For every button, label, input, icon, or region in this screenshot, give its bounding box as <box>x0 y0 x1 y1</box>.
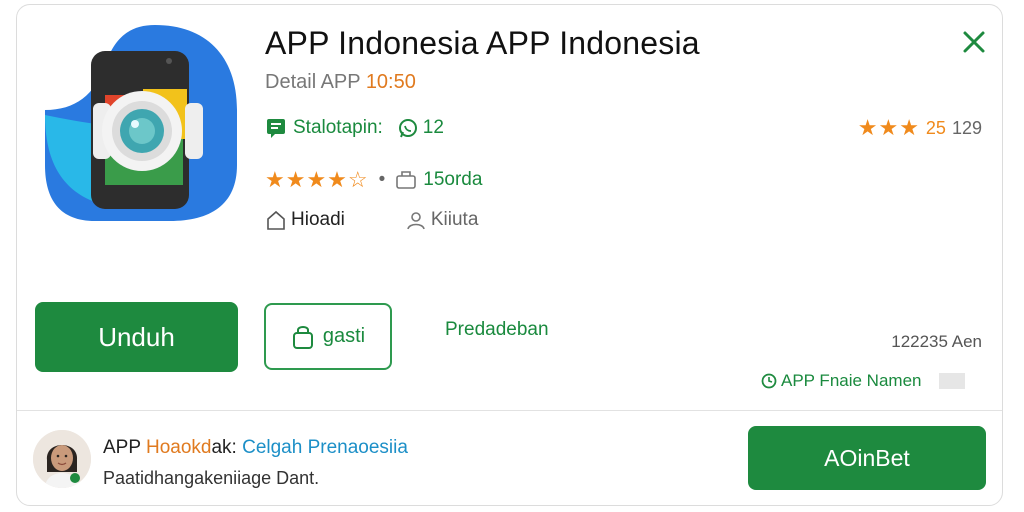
promo-title: APP Hoaokdak: Celgah Prenaoesiia <box>103 437 408 459</box>
rating-stars: ★★★★☆ <box>265 167 369 192</box>
right-rating: ★★★ 25 129 <box>858 115 982 141</box>
promo-title-prefix: APP <box>103 437 141 458</box>
clock-icon <box>761 373 777 389</box>
meta-row: Hioadi Kiiuta <box>265 209 478 231</box>
promo-subtitle: Paatidhangakeniiage Dant. <box>103 468 320 488</box>
preview-link[interactable]: Predadeban <box>445 319 549 341</box>
badge-count: 12 <box>422 117 444 138</box>
app-camera-icon[interactable] <box>35 15 249 225</box>
right-stars: ★★★ <box>857 115 920 140</box>
rating-row: ★★★★☆ • 15orda <box>265 167 482 193</box>
whatsapp-icon <box>398 119 417 138</box>
right-count: 129 <box>951 117 982 138</box>
right-score: 25 <box>925 117 946 138</box>
developer-label: Stalotapin: <box>293 117 383 138</box>
app-subtitle: Detail APP 10:50 <box>265 71 416 94</box>
promo-action-button[interactable]: AOinBet <box>748 426 986 490</box>
app-title: APP Indonesia APP Indonesia <box>265 25 700 61</box>
person-icon <box>407 212 425 230</box>
downloads-count: 15orda <box>423 169 483 190</box>
developer-row: Stalotapin: 12 <box>265 117 444 139</box>
avatar <box>33 430 91 488</box>
home-icon <box>267 210 285 230</box>
secondary-button[interactable]: gasti <box>264 303 392 370</box>
meta-right: Kiiuta <box>430 209 479 230</box>
promo-title-blue: Celgah Prenaoesiia <box>242 437 408 458</box>
box-icon <box>396 171 417 189</box>
divider <box>17 410 1002 411</box>
close-icon <box>963 31 985 53</box>
promo-title-highlight: Hoaokd <box>145 437 212 458</box>
bag-icon <box>292 325 313 349</box>
meta-left: Hioadi <box>291 209 345 230</box>
name-info-box <box>939 373 966 389</box>
subtitle-time: 10:50 <box>365 71 416 93</box>
rating-bullet: • <box>378 169 386 190</box>
secondary-button-label: gasti <box>322 325 366 347</box>
promo-title-mid: ak: <box>211 437 237 458</box>
chat-icon <box>267 119 285 138</box>
size-info: 122235 Aen <box>891 332 982 351</box>
download-button[interactable]: Unduh <box>35 302 238 372</box>
close-button[interactable] <box>957 25 991 59</box>
app-detail-card: APP Indonesia APP Indonesia Detail APP 1… <box>16 4 1003 506</box>
name-info: APP Fnaie Namen <box>761 371 966 391</box>
subtitle-label: Detail APP <box>265 71 361 93</box>
name-info-label: APP Fnaie Namen <box>781 371 922 390</box>
